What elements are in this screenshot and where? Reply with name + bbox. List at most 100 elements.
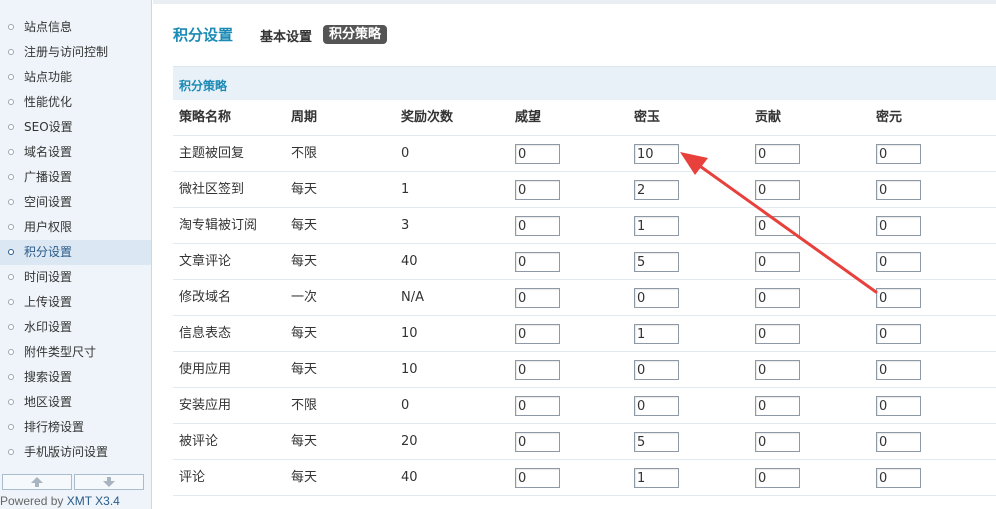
policy-table: 策略名称 周期 奖励次数 威望 密玉 贡献 密元 主题被回复不限0微社区签到每天… bbox=[173, 100, 996, 496]
contribution-input[interactable] bbox=[755, 216, 800, 236]
contribution-input[interactable] bbox=[755, 432, 800, 452]
contribution-input[interactable] bbox=[755, 396, 800, 416]
policy-name: 使用应用 bbox=[179, 362, 232, 377]
miyuan-input[interactable] bbox=[876, 324, 921, 344]
prestige-input[interactable] bbox=[515, 432, 560, 452]
bullet-icon bbox=[8, 49, 14, 55]
sidebar-item[interactable]: 水印设置 bbox=[0, 315, 151, 340]
policy-name: 评论 bbox=[179, 470, 206, 485]
miyu-input[interactable] bbox=[634, 144, 679, 164]
sidebar-item[interactable]: 附件类型尺寸 bbox=[0, 340, 151, 365]
scroll-up-button[interactable] bbox=[2, 474, 72, 490]
prestige-input[interactable] bbox=[515, 468, 560, 488]
contribution-input[interactable] bbox=[755, 180, 800, 200]
miyu-input[interactable] bbox=[634, 468, 679, 488]
sidebar-item-label: 空间设置 bbox=[24, 195, 73, 209]
powered-version-link[interactable]: XMT X3.4 bbox=[67, 494, 120, 508]
contribution-input[interactable] bbox=[755, 324, 800, 344]
sidebar-item-label: 广播设置 bbox=[24, 170, 73, 184]
prestige-input[interactable] bbox=[515, 288, 560, 308]
sidebar-item[interactable]: 时间设置 bbox=[0, 265, 151, 290]
prestige-input[interactable] bbox=[515, 252, 560, 272]
reward-count: 10 bbox=[401, 362, 418, 377]
miyu-input[interactable] bbox=[634, 252, 679, 272]
miyuan-input[interactable] bbox=[876, 288, 921, 308]
contribution-input[interactable] bbox=[755, 144, 800, 164]
bullet-icon bbox=[8, 199, 14, 205]
policy-name: 修改域名 bbox=[179, 290, 232, 305]
sidebar-item[interactable]: 站点功能 bbox=[0, 65, 151, 90]
bullet-icon bbox=[8, 449, 14, 455]
miyuan-input[interactable] bbox=[876, 252, 921, 272]
table-row: 修改域名 一次 N/A bbox=[173, 280, 996, 316]
miyuan-input[interactable] bbox=[876, 468, 921, 488]
contribution-input[interactable] bbox=[755, 468, 800, 488]
sidebar-item[interactable]: 性能优化 bbox=[0, 90, 151, 115]
miyuan-input[interactable] bbox=[876, 144, 921, 164]
page-title: 积分设置 bbox=[173, 26, 234, 44]
tab-basic-settings[interactable]: 基本设置 bbox=[260, 26, 312, 45]
policy-period: 每天 bbox=[291, 218, 318, 233]
miyuan-input[interactable] bbox=[876, 396, 921, 416]
sidebar: 站点信息注册与访问控制站点功能 性能优化 SEO设置 域名设置广播设置空间设置用户权限… bbox=[0, 0, 152, 509]
miyuan-input[interactable] bbox=[876, 432, 921, 452]
miyu-input[interactable] bbox=[634, 216, 679, 236]
column-header-count: 奖励次数 bbox=[401, 110, 454, 125]
sidebar-item[interactable]: 手机版访问设置 bbox=[0, 440, 151, 465]
sidebar-item[interactable]: 用户权限 bbox=[0, 215, 151, 240]
sidebar-item[interactable]: 积分设置 bbox=[0, 240, 151, 265]
bullet-icon bbox=[8, 174, 14, 180]
policy-name: 微社区签到 bbox=[179, 182, 245, 197]
prestige-input[interactable] bbox=[515, 396, 560, 416]
table-row: 被评论 每天 20 bbox=[173, 424, 996, 460]
sidebar-nav: 站点信息注册与访问控制站点功能 性能优化 SEO设置 域名设置广播设置空间设置用户权限… bbox=[0, 0, 151, 465]
sidebar-item-label: 注册与访问控制 bbox=[24, 45, 109, 59]
prestige-input[interactable] bbox=[515, 216, 560, 236]
sidebar-item[interactable]: 域名设置 bbox=[0, 140, 151, 165]
contribution-input[interactable] bbox=[755, 252, 800, 272]
miyu-input[interactable] bbox=[634, 360, 679, 380]
miyuan-input[interactable] bbox=[876, 180, 921, 200]
sidebar-item[interactable]: 搜索设置 bbox=[0, 365, 151, 390]
table-header-row: 策略名称 周期 奖励次数 威望 密玉 贡献 密元 bbox=[173, 100, 996, 136]
bullet-icon bbox=[8, 99, 14, 105]
bullet-icon bbox=[8, 24, 14, 30]
sidebar-item-label: 用户权限 bbox=[24, 220, 73, 234]
sidebar-item[interactable]: 注册与访问控制 bbox=[0, 40, 151, 65]
reward-count: 1 bbox=[401, 182, 410, 197]
sidebar-item[interactable]: 地区设置 bbox=[0, 390, 151, 415]
policy-period: 一次 bbox=[291, 290, 318, 305]
reward-count: 3 bbox=[401, 218, 410, 233]
sidebar-item[interactable]: 站点信息 bbox=[0, 15, 151, 40]
miyu-input[interactable] bbox=[634, 432, 679, 452]
sidebar-item-label: 附件类型尺寸 bbox=[24, 345, 97, 359]
prestige-input[interactable] bbox=[515, 180, 560, 200]
miyuan-input[interactable] bbox=[876, 360, 921, 380]
miyu-input[interactable] bbox=[634, 288, 679, 308]
bullet-icon bbox=[8, 274, 14, 280]
contribution-input[interactable] bbox=[755, 288, 800, 308]
page-header: 积分设置 基本设置 积分策略 bbox=[153, 0, 996, 64]
prestige-input[interactable] bbox=[515, 360, 560, 380]
column-header-miyu: 密玉 bbox=[634, 110, 661, 125]
table-row: 淘专辑被订阅 每天 3 bbox=[173, 208, 996, 244]
reward-count: N/A bbox=[401, 290, 424, 305]
column-header-contribution: 贡献 bbox=[755, 110, 782, 125]
prestige-input[interactable] bbox=[515, 144, 560, 164]
miyu-input[interactable] bbox=[634, 324, 679, 344]
tab-credit-policy[interactable]: 积分策略 bbox=[323, 25, 388, 44]
table-row: 信息表态 每天 10 bbox=[173, 316, 996, 352]
contribution-input[interactable] bbox=[755, 360, 800, 380]
miyu-input[interactable] bbox=[634, 396, 679, 416]
bullet-icon bbox=[8, 424, 14, 430]
miyu-input[interactable] bbox=[634, 180, 679, 200]
prestige-input[interactable] bbox=[515, 324, 560, 344]
sidebar-item[interactable]: SEO设置 bbox=[0, 115, 151, 140]
sidebar-item[interactable]: 排行榜设置 bbox=[0, 415, 151, 440]
sidebar-item[interactable]: 空间设置 bbox=[0, 190, 151, 215]
miyuan-input[interactable] bbox=[876, 216, 921, 236]
sidebar-item[interactable]: 广播设置 bbox=[0, 165, 151, 190]
sidebar-item-label: 站点信息 bbox=[24, 20, 73, 34]
sidebar-item[interactable]: 上传设置 bbox=[0, 290, 151, 315]
scroll-down-button[interactable] bbox=[74, 474, 144, 490]
